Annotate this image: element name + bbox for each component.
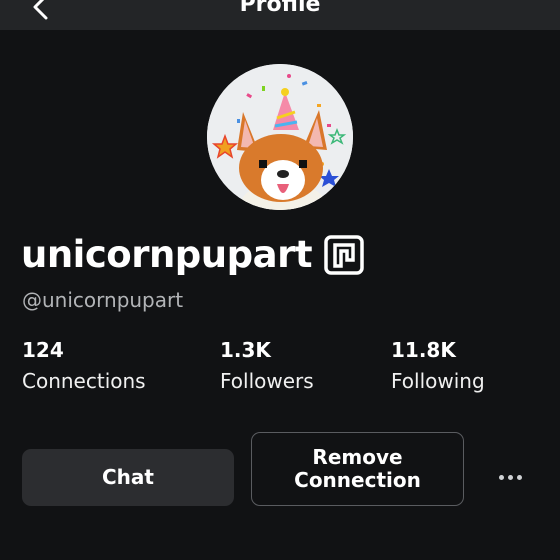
stat-following[interactable]: 11.8K Following — [391, 337, 485, 395]
top-bar: Profile — [0, 0, 560, 30]
avatar-corgi-party-icon — [207, 64, 353, 210]
username-row: unicornpupart — [21, 232, 364, 278]
remove-connection-label: Remove Connection — [294, 445, 421, 492]
chat-button[interactable]: Chat — [22, 449, 234, 506]
stat-count: 11.8K — [391, 338, 456, 362]
stat-count: 124 — [22, 338, 64, 362]
stat-followers[interactable]: 1.3K Followers — [220, 337, 314, 395]
remove-connection-button[interactable]: Remove Connection — [251, 432, 464, 506]
page-title: Profile — [239, 0, 321, 17]
stat-label: Connections — [22, 369, 146, 393]
premium-badge-icon — [324, 235, 364, 275]
avatar[interactable] — [207, 64, 353, 210]
stat-connections[interactable]: 124 Connections — [22, 337, 146, 395]
stat-label: Followers — [220, 369, 314, 393]
more-horizontal-icon — [498, 474, 522, 480]
stat-count: 1.3K — [220, 338, 271, 362]
username-handle: @unicornpupart — [22, 288, 184, 312]
stat-label: Following — [391, 369, 485, 393]
more-options-button[interactable] — [490, 462, 530, 492]
display-name: unicornpupart — [21, 233, 313, 276]
